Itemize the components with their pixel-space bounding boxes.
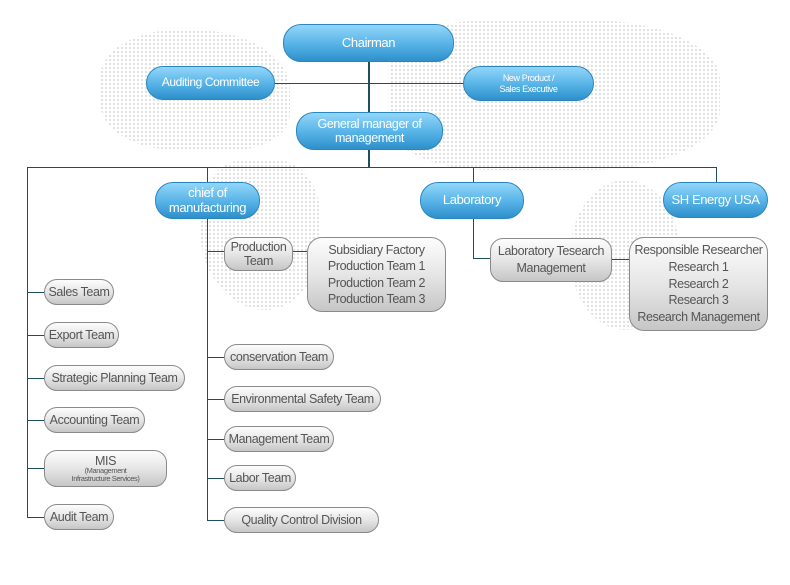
node-label: Quality Control Division xyxy=(241,512,362,527)
connector xyxy=(207,439,224,440)
node-laboratory-research-management: Laboratory Tesearch Management xyxy=(490,238,612,282)
connector xyxy=(207,357,224,358)
connector xyxy=(207,167,208,520)
node-sh-energy-usa: SH Energy USA xyxy=(663,182,768,218)
connector xyxy=(27,335,44,336)
connector xyxy=(612,259,629,260)
node-strategic-planning-team: Strategic Planning Team xyxy=(44,365,185,391)
node-chairman: Chairman xyxy=(283,24,454,62)
node-label: Audit Team xyxy=(49,509,109,524)
node-sublabel: Infrastructure Services) xyxy=(71,473,140,483)
node-label: SH Energy USA xyxy=(671,191,760,207)
node-label: Management xyxy=(516,261,586,275)
node-label: Auditing Committee xyxy=(161,75,260,90)
connector xyxy=(275,83,463,84)
node-label: Research 3 xyxy=(668,293,729,308)
node-labor-team: Labor Team xyxy=(224,465,296,491)
node-label: Chairman xyxy=(341,34,396,50)
node-label: Environmental Safety Team xyxy=(231,391,374,406)
node-sales-team: Sales Team xyxy=(44,279,114,305)
node-label: Research 1 xyxy=(668,260,729,275)
node-label: manufacturing xyxy=(168,199,247,215)
connector xyxy=(716,167,717,182)
node-label: Labor Team xyxy=(229,470,291,485)
node-label: Strategic Planning Team xyxy=(51,370,178,385)
node-general-manager: General manager of management xyxy=(296,112,443,150)
node-label: Responsible Researcher xyxy=(634,243,763,258)
node-label: Sales Team xyxy=(48,284,110,299)
connector xyxy=(27,378,44,379)
node-label: Management Team xyxy=(228,431,330,446)
node-label: Laboratory Tesearch xyxy=(497,244,605,259)
node-label: conservation Team xyxy=(230,349,328,364)
node-label: Export Team xyxy=(48,327,115,342)
connector xyxy=(27,167,717,168)
node-accounting-team: Accounting Team xyxy=(44,407,145,433)
node-label: chief of xyxy=(188,184,227,200)
node-label: Team xyxy=(244,254,273,268)
connector xyxy=(207,399,224,400)
connector xyxy=(27,517,44,518)
node-label: Accounting Team xyxy=(49,412,140,427)
node-label: Production Team 1 xyxy=(327,259,426,274)
connector xyxy=(293,251,307,252)
node-audit-team: Audit Team xyxy=(44,504,114,530)
org-chart: Chairman Auditing Committee New Product … xyxy=(0,0,790,585)
node-researchers: Responsible Researcher Research 1 Research… xyxy=(629,237,768,331)
connector xyxy=(207,251,224,252)
connector xyxy=(473,258,490,259)
node-label: Subsidiary Factory xyxy=(328,243,425,257)
node-label: Production xyxy=(230,239,287,254)
node-label: Production Team 3 xyxy=(327,291,426,306)
node-label: Research Management xyxy=(637,309,760,324)
node-conservation-team: conservation Team xyxy=(224,344,334,370)
node-label: management xyxy=(335,131,404,145)
node-auditing-committee: Auditing Committee xyxy=(146,66,275,100)
connector xyxy=(207,478,224,479)
node-label: Sales Executive xyxy=(499,83,558,94)
node-label: Research 2 xyxy=(668,276,729,291)
connector xyxy=(207,520,224,521)
connector xyxy=(27,292,44,293)
node-label: General manager of xyxy=(317,116,422,131)
node-export-team: Export Team xyxy=(44,322,119,348)
connector xyxy=(27,420,44,421)
node-production-team: Production Team xyxy=(224,237,293,271)
node-new-product-sales-executive: New Product / Sales Executive xyxy=(463,66,594,101)
node-label: Laboratory xyxy=(442,192,502,208)
node-label: New Product / xyxy=(502,73,555,84)
node-laboratory: Laboratory xyxy=(420,182,524,219)
node-subsidiary-factory: Subsidiary Factory Production Team 1 Produ… xyxy=(307,237,446,312)
node-mis: MIS (Management Infrastructure Services) xyxy=(44,450,167,487)
node-management-team: Management Team xyxy=(224,426,334,452)
connector xyxy=(27,468,44,469)
node-label: Production Team 2 xyxy=(327,275,426,290)
node-chief-of-manufacturing: chief of manufacturing xyxy=(155,182,260,219)
node-quality-control-division: Quality Control Division xyxy=(224,507,379,533)
connector xyxy=(27,167,28,518)
node-environmental-safety-team: Environmental Safety Team xyxy=(224,386,381,412)
